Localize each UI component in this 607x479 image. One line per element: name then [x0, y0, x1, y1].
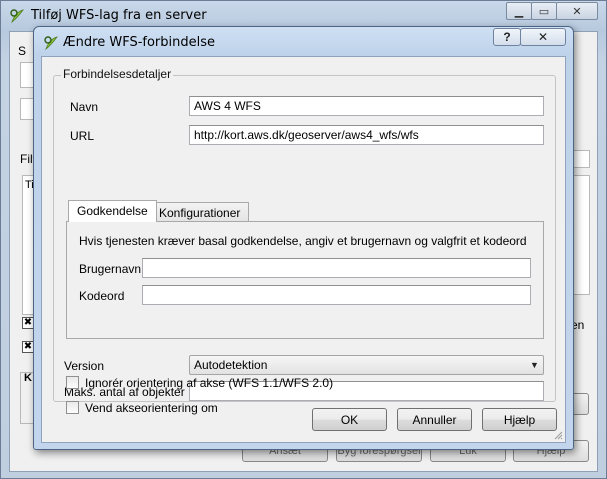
name-label: Navn — [70, 100, 99, 114]
cancel-button[interactable]: Annuller — [397, 408, 472, 431]
invert-axis-orientation-checkbox[interactable] — [66, 401, 79, 414]
background-label-s1: S — [18, 44, 27, 58]
chevron-down-icon: ▼ — [530, 360, 539, 370]
ignore-axis-orientation-checkbox[interactable] — [66, 376, 79, 389]
help-button[interactable]: Hjælp — [482, 408, 557, 431]
name-input[interactable]: AWS 4 WFS — [189, 96, 544, 116]
maximize-button[interactable]: ▭ — [531, 2, 557, 20]
password-label: Kodeord — [79, 289, 125, 303]
invert-axis-orientation-label: Vend akseorientering om — [85, 401, 218, 415]
authentication-info-text: Hvis tjenesten kræver basal godkendelse,… — [79, 234, 527, 248]
qgis-logo-icon — [44, 36, 58, 51]
dialog-client: Forbindelsesdetaljer Navn AWS 4 WFS URL … — [41, 56, 566, 443]
username-input[interactable] — [142, 258, 531, 278]
url-label: URL — [70, 129, 95, 143]
url-input[interactable]: http://kort.aws.dk/geoserver/aws4_wfs/wf… — [189, 125, 544, 145]
tab-authentication[interactable]: Godkendelse — [68, 200, 157, 222]
close-icon[interactable]: ✕ — [520, 28, 566, 46]
close-button[interactable]: ✕ — [556, 2, 598, 20]
connection-details-group: Forbindelsesdetaljer Navn AWS 4 WFS URL … — [53, 67, 556, 402]
authentication-panel: Hvis tjenesten kræver basal godkendelse,… — [66, 221, 544, 339]
minimize-button[interactable]: ▁ — [506, 2, 532, 20]
dialog-window-controls: ? ✕ — [493, 28, 566, 46]
password-input[interactable] — [142, 285, 531, 305]
version-select[interactable]: Autodetektion ▼ — [189, 355, 544, 375]
version-label: Version — [64, 359, 105, 373]
background-window-title: Tilføj WFS-lag fra en server — [31, 8, 207, 23]
background-group-title: K — [24, 372, 32, 384]
tab-configurations[interactable]: Konfigurationer — [150, 202, 250, 222]
version-select-value: Autodetektion — [194, 358, 268, 372]
help-icon[interactable]: ? — [493, 28, 521, 46]
dialog-title: Ændre WFS-forbindelse — [63, 35, 216, 50]
connection-details-title: Forbindelsesdetaljer — [61, 67, 174, 81]
edit-wfs-connection-dialog: Ændre WFS-forbindelse ? ✕ Forbindelsesde… — [33, 26, 574, 450]
resize-grip-icon[interactable] — [553, 430, 563, 440]
ignore-axis-orientation-label: Ignorér orientering af akse (WFS 1.1/WFS… — [85, 376, 334, 390]
background-window-controls: ▁ ▭ ✕ — [506, 2, 598, 20]
ok-button[interactable]: OK — [312, 408, 387, 431]
qgis-logo-icon — [10, 9, 24, 24]
username-label: Brugernavn — [79, 262, 142, 276]
